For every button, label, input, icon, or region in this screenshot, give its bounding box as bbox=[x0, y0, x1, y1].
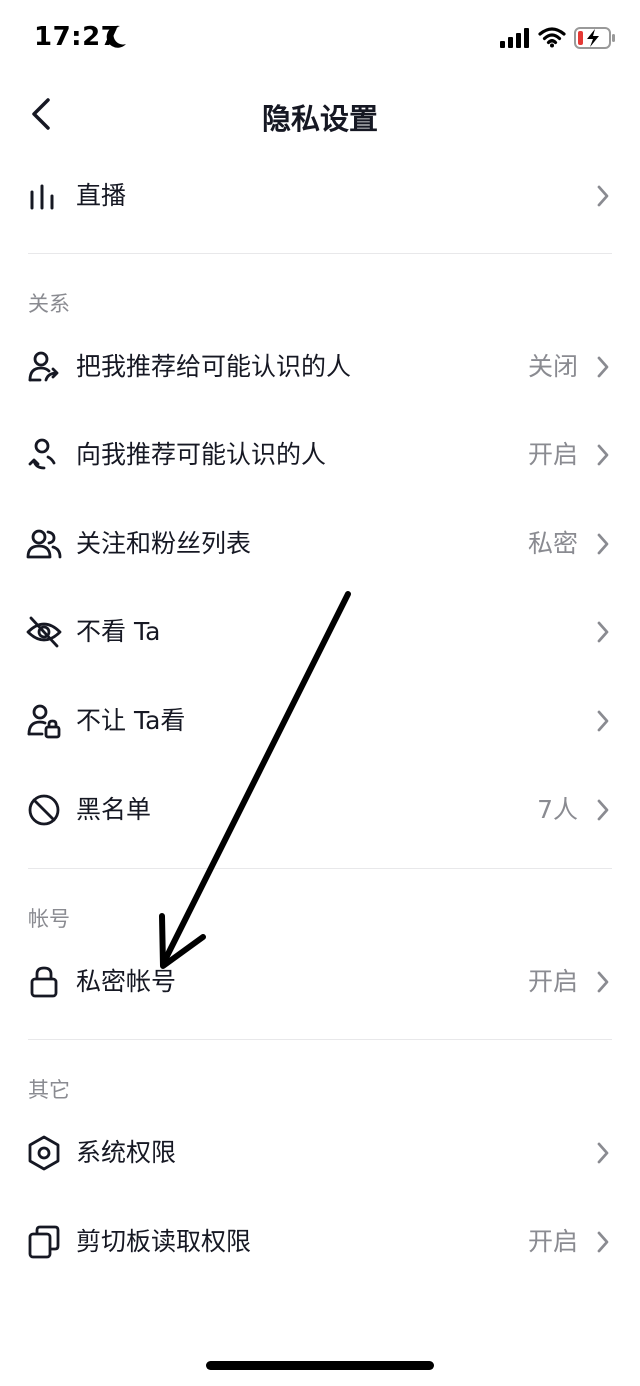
chevron-right-icon bbox=[597, 1142, 609, 1164]
cellular-signal-icon bbox=[500, 28, 529, 48]
private-account-item[interactable]: 私密帐号 开启 bbox=[0, 938, 640, 1026]
follow-fans-list-item[interactable]: 关注和粉丝列表 私密 bbox=[0, 500, 640, 588]
item-label: 向我推荐可能认识的人 bbox=[76, 440, 327, 469]
hexagon-settings-icon bbox=[28, 1135, 60, 1171]
divider bbox=[28, 868, 612, 869]
user-share-icon bbox=[28, 351, 59, 382]
wifi-icon bbox=[538, 27, 566, 48]
item-label: 私密帐号 bbox=[76, 967, 177, 996]
live-settings-item[interactable]: 直播 bbox=[0, 152, 640, 240]
nav-bar: 隐私设置 bbox=[0, 80, 640, 150]
item-label: 关注和粉丝列表 bbox=[76, 529, 252, 558]
chevron-right-icon bbox=[597, 799, 609, 821]
dont-see-them-item[interactable]: 不看 Ta bbox=[0, 588, 640, 676]
chevron-right-icon bbox=[597, 185, 609, 207]
item-value: 7人 bbox=[537, 795, 578, 824]
lock-icon bbox=[30, 966, 58, 998]
section-title-account: 帐号 bbox=[28, 907, 70, 931]
item-value: 关闭 bbox=[527, 352, 578, 381]
eye-off-icon bbox=[26, 616, 62, 648]
item-value: 开启 bbox=[527, 967, 578, 996]
item-label: 剪切板读取权限 bbox=[76, 1227, 252, 1256]
live-bars-icon bbox=[30, 184, 54, 210]
hide-from-them-item[interactable]: 不让 Ta看 bbox=[0, 677, 640, 765]
recommend-me-to-others-item[interactable]: 把我推荐给可能认识的人 关闭 bbox=[0, 323, 640, 411]
status-bar: 17:27 bbox=[0, 0, 640, 80]
chevron-right-icon bbox=[597, 356, 609, 378]
moon-icon bbox=[106, 25, 126, 48]
item-label: 系统权限 bbox=[76, 1138, 177, 1167]
divider bbox=[28, 1039, 612, 1040]
item-value: 开启 bbox=[527, 440, 578, 469]
system-permissions-item[interactable]: 系统权限 bbox=[0, 1109, 640, 1197]
page-title: 隐私设置 bbox=[261, 102, 378, 136]
section-title-other: 其它 bbox=[28, 1078, 70, 1102]
users-icon bbox=[26, 529, 62, 559]
user-lock-icon bbox=[27, 704, 61, 739]
clipboard-permission-item[interactable]: 剪切板读取权限 开启 bbox=[0, 1198, 640, 1286]
item-label: 把我推荐给可能认识的人 bbox=[76, 352, 352, 381]
block-icon bbox=[28, 794, 60, 826]
home-indicator[interactable] bbox=[206, 1361, 434, 1370]
battery-charging-icon bbox=[574, 27, 615, 49]
item-label: 不看 Ta bbox=[76, 617, 161, 646]
divider bbox=[28, 253, 612, 254]
item-label: 黑名单 bbox=[76, 795, 152, 824]
chevron-right-icon bbox=[597, 710, 609, 732]
chevron-right-icon bbox=[597, 533, 609, 555]
section-title-relations: 关系 bbox=[28, 292, 70, 316]
item-value: 开启 bbox=[527, 1227, 578, 1256]
chevron-right-icon bbox=[597, 1231, 609, 1253]
item-label: 直播 bbox=[76, 181, 127, 210]
item-value: 私密 bbox=[527, 529, 578, 558]
blacklist-item[interactable]: 黑名单 7人 bbox=[0, 766, 640, 854]
chevron-right-icon bbox=[597, 621, 609, 643]
chevron-right-icon bbox=[597, 444, 609, 466]
user-recommend-icon bbox=[28, 438, 56, 470]
clipboard-copy-icon bbox=[28, 1225, 60, 1259]
recommend-to-me-item[interactable]: 向我推荐可能认识的人 开启 bbox=[0, 411, 640, 499]
item-label: 不让 Ta看 bbox=[76, 706, 186, 735]
chevron-right-icon bbox=[597, 971, 609, 993]
